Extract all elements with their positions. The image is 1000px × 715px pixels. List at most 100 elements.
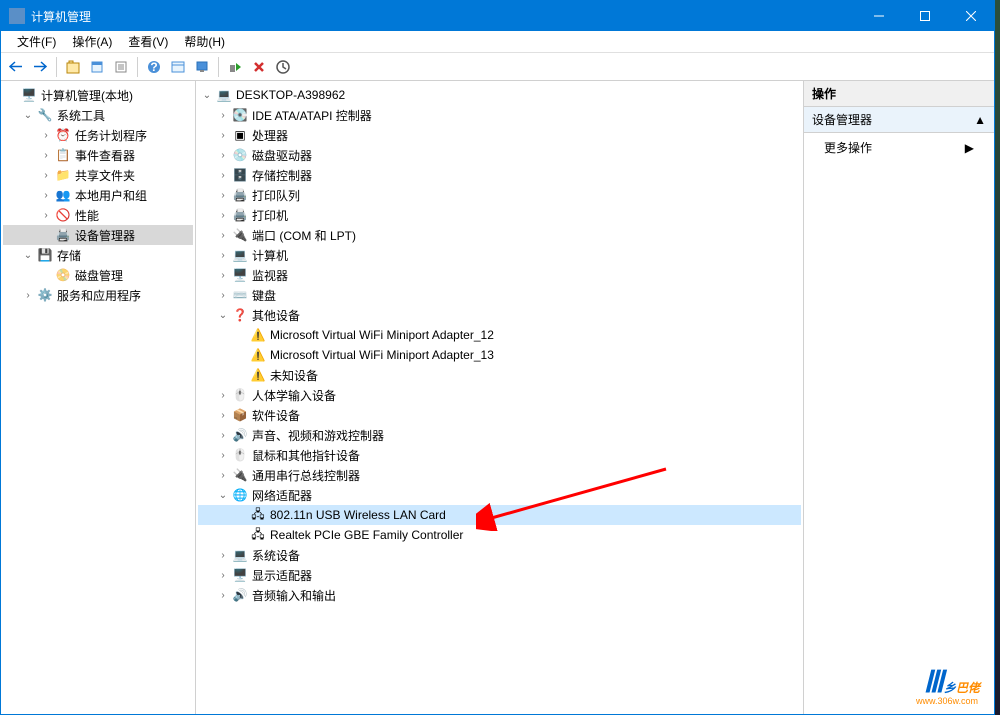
expand-icon[interactable]: › <box>216 268 230 282</box>
dev-other[interactable]: ⌄❓其他设备 <box>198 305 801 325</box>
main-window: 计算机管理 文件(F) 操作(A) 查看(V) 帮助(H) ? <box>0 0 995 715</box>
expand-icon[interactable]: › <box>216 588 230 602</box>
tree-users[interactable]: ›👥本地用户和组 <box>3 185 193 205</box>
menu-action[interactable]: 操作(A) <box>64 31 120 52</box>
keyboard-icon: ⌨️ <box>232 287 248 303</box>
disable-icon[interactable] <box>248 56 270 78</box>
dev-ports[interactable]: ›🔌端口 (COM 和 LPT) <box>198 225 801 245</box>
dev-keyboard[interactable]: ›⌨️键盘 <box>198 285 801 305</box>
pc-icon: 💻 <box>216 87 232 103</box>
expand-icon[interactable]: › <box>39 128 53 142</box>
tree-services[interactable]: ›⚙️服务和应用程序 <box>3 285 193 305</box>
dev-printer[interactable]: ›🖨️打印机 <box>198 205 801 225</box>
dev-usb[interactable]: ›🔌通用串行总线控制器 <box>198 465 801 485</box>
tree-label: 性能 <box>75 207 99 224</box>
dev-sound[interactable]: ›🔊声音、视频和游戏控制器 <box>198 425 801 445</box>
dev-wifi13[interactable]: ›⚠️Microsoft Virtual WiFi Miniport Adapt… <box>198 345 801 365</box>
dev-software[interactable]: ›📦软件设备 <box>198 405 801 425</box>
collapse-icon[interactable]: ⌄ <box>216 308 230 322</box>
tree-storage[interactable]: ⌄💾存储 <box>3 245 193 265</box>
menu-view[interactable]: 查看(V) <box>120 31 176 52</box>
tree-perf[interactable]: ›🚫性能 <box>3 205 193 225</box>
dev-system[interactable]: ›💻系统设备 <box>198 545 801 565</box>
dev-audio[interactable]: ›🔊音频输入和输出 <box>198 585 801 605</box>
collapse-icon[interactable]: ⌄ <box>21 108 35 122</box>
collapse-icon[interactable]: ⌄ <box>216 488 230 502</box>
expand-icon[interactable]: › <box>39 168 53 182</box>
expand-icon[interactable]: › <box>216 288 230 302</box>
expand-icon[interactable]: › <box>39 188 53 202</box>
tree-task[interactable]: ›⏰任务计划程序 <box>3 125 193 145</box>
expand-icon[interactable]: › <box>216 128 230 142</box>
navigation-tree[interactable]: ▷🖥️计算机管理(本地) ⌄🔧系统工具 ›⏰任务计划程序 ›📋事件查看器 ›📁共… <box>1 81 196 714</box>
computer-icon: 💻 <box>232 247 248 263</box>
tree-devmgr[interactable]: ›🖨️设备管理器 <box>3 225 193 245</box>
up-icon[interactable] <box>62 56 84 78</box>
actions-more[interactable]: 更多操作 ▶ <box>804 133 994 162</box>
enable-icon[interactable] <box>224 56 246 78</box>
collapse-icon[interactable]: ⌄ <box>21 248 35 262</box>
expand-icon[interactable]: › <box>216 468 230 482</box>
tree-event[interactable]: ›📋事件查看器 <box>3 145 193 165</box>
tree-label: Microsoft Virtual WiFi Miniport Adapter_… <box>270 348 494 362</box>
dev-mouse[interactable]: ›🖱️鼠标和其他指针设备 <box>198 445 801 465</box>
tree-root[interactable]: ▷🖥️计算机管理(本地) <box>3 85 193 105</box>
expand-icon[interactable]: › <box>216 228 230 242</box>
dev-unknown[interactable]: ›⚠️未知设备 <box>198 365 801 385</box>
display-icon: 🖥️ <box>232 567 248 583</box>
expand-icon[interactable]: › <box>216 208 230 222</box>
collapse-icon[interactable]: ⌄ <box>200 88 214 102</box>
expand-icon[interactable]: › <box>216 248 230 262</box>
mouse-icon: 🖱️ <box>232 447 248 463</box>
expand-icon[interactable]: › <box>39 148 53 162</box>
dev-wifi12[interactable]: ›⚠️Microsoft Virtual WiFi Miniport Adapt… <box>198 325 801 345</box>
close-button[interactable] <box>948 1 994 31</box>
titlebar[interactable]: 计算机管理 <box>1 1 994 31</box>
dev-printq[interactable]: ›🖨️打印队列 <box>198 185 801 205</box>
uninstall-icon[interactable] <box>272 56 294 78</box>
view-icon[interactable] <box>167 56 189 78</box>
forward-button[interactable] <box>29 56 51 78</box>
expand-icon[interactable]: › <box>39 208 53 222</box>
menu-help[interactable]: 帮助(H) <box>176 31 233 52</box>
tree-shared[interactable]: ›📁共享文件夹 <box>3 165 193 185</box>
dev-storagectrl[interactable]: ›🗄️存储控制器 <box>198 165 801 185</box>
maximize-button[interactable] <box>902 1 948 31</box>
device-tree[interactable]: ⌄💻DESKTOP-A398962 ›💽IDE ATA/ATAPI 控制器 ›▣… <box>196 81 804 714</box>
tree-disk[interactable]: ›📀磁盘管理 <box>3 265 193 285</box>
list-icon[interactable] <box>110 56 132 78</box>
back-button[interactable] <box>5 56 27 78</box>
dev-monitor[interactable]: ›🖥️监视器 <box>198 265 801 285</box>
monitor-icon[interactable] <box>191 56 213 78</box>
properties-icon[interactable] <box>86 56 108 78</box>
dev-ide[interactable]: ›💽IDE ATA/ATAPI 控制器 <box>198 105 801 125</box>
help-icon[interactable]: ? <box>143 56 165 78</box>
expand-icon[interactable]: › <box>216 408 230 422</box>
expand-icon[interactable]: › <box>216 388 230 402</box>
tree-systools[interactable]: ⌄🔧系统工具 <box>3 105 193 125</box>
expand-icon[interactable]: › <box>21 288 35 302</box>
dev-computer[interactable]: ›💻计算机 <box>198 245 801 265</box>
expand-icon[interactable]: › <box>216 428 230 442</box>
expand-icon[interactable]: › <box>216 448 230 462</box>
ide-icon: 💽 <box>232 107 248 123</box>
dev-diskdrive[interactable]: ›💿磁盘驱动器 <box>198 145 801 165</box>
dev-hid[interactable]: ›🖱️人体学输入设备 <box>198 385 801 405</box>
actions-section[interactable]: 设备管理器 ▲ <box>804 107 994 133</box>
expand-icon[interactable]: › <box>216 108 230 122</box>
expand-icon[interactable]: › <box>216 548 230 562</box>
minimize-button[interactable] <box>856 1 902 31</box>
dev-display[interactable]: ›🖥️显示适配器 <box>198 565 801 585</box>
expand-icon[interactable]: › <box>216 168 230 182</box>
expand-icon[interactable]: › <box>216 148 230 162</box>
dev-realtek[interactable]: ›🖧Realtek PCIe GBE Family Controller <box>198 525 801 545</box>
tree-label: 计算机管理(本地) <box>41 87 133 104</box>
expand-icon[interactable]: › <box>216 568 230 582</box>
dev-cpu[interactable]: ›▣处理器 <box>198 125 801 145</box>
dev-wlan[interactable]: ›🖧802.11n USB Wireless LAN Card <box>198 505 801 525</box>
dev-root[interactable]: ⌄💻DESKTOP-A398962 <box>198 85 801 105</box>
tree-label: IDE ATA/ATAPI 控制器 <box>252 107 372 124</box>
expand-icon[interactable]: › <box>216 188 230 202</box>
dev-network[interactable]: ⌄🌐网络适配器 <box>198 485 801 505</box>
menu-file[interactable]: 文件(F) <box>9 31 64 52</box>
